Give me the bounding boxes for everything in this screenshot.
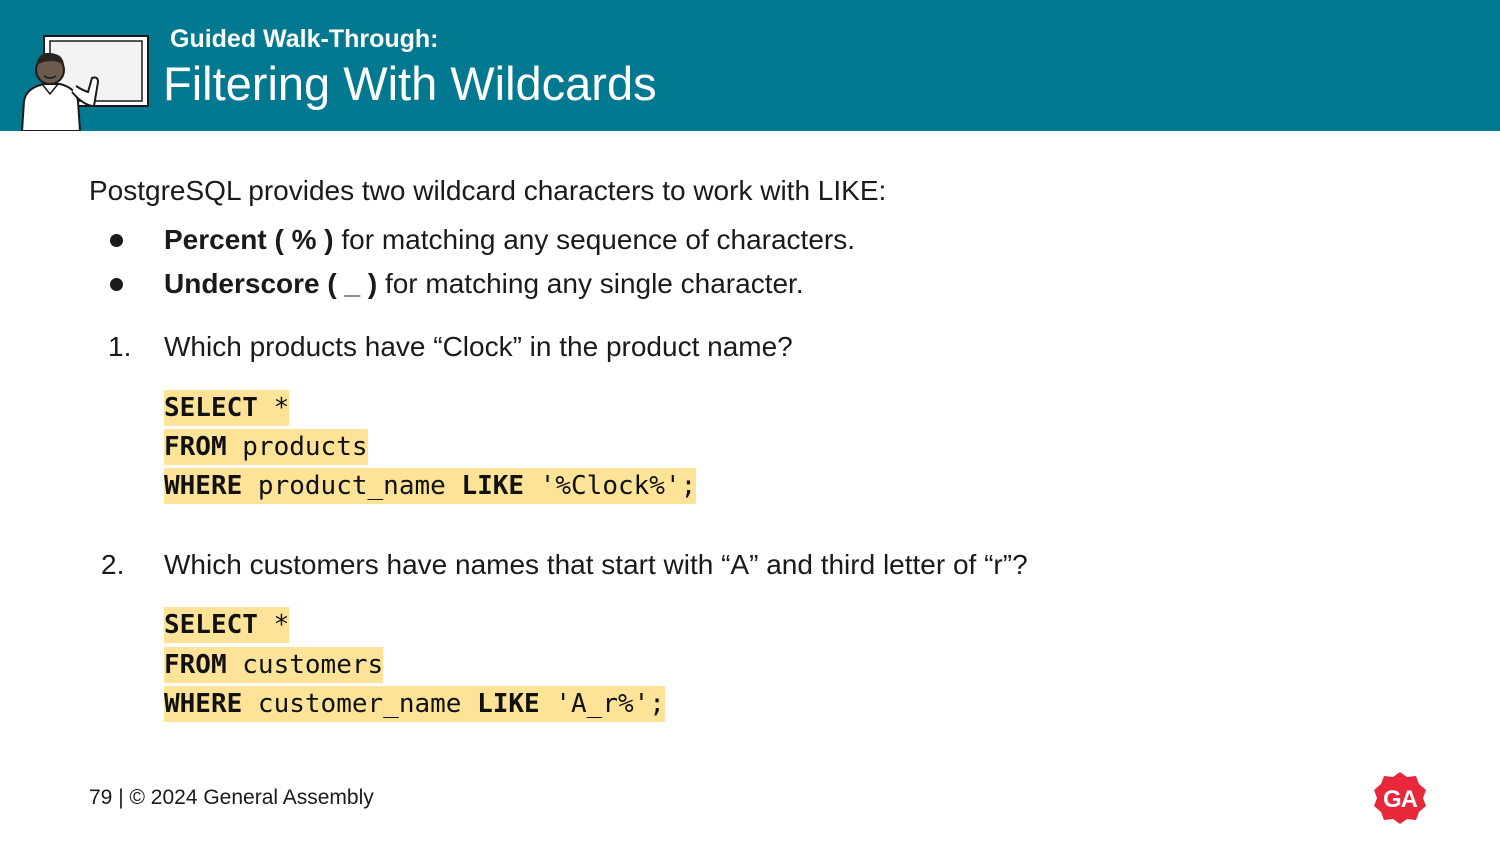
slide-title: Filtering With Wildcards [163,57,657,110]
question-number: 2. [101,549,125,580]
general-assembly-logo-icon: GA [1374,772,1426,824]
sql-text: customers [226,650,384,680]
code-line: SELECT * [164,607,290,643]
copyright-text: © 2024 General Assembly [129,786,374,809]
code-line: SELECT * [164,390,290,426]
slide-subtitle: Guided Walk-Through: [170,25,439,53]
sql-text: 'A_r%'; [539,689,665,719]
sql-keyword: FROM [164,432,227,462]
sql-text: products [226,432,368,462]
bullet-dot-icon [110,278,123,291]
slide-footer: 79 | © 2024 General Assembly [89,785,374,811]
bullet-term: Percent ( % ) [164,224,334,255]
sql-text: product_name [242,471,462,501]
sql-keyword: WHERE [164,471,243,501]
person-at-whiteboard-icon [20,35,149,131]
footer-separator: | [112,786,130,809]
question-text: Which products have “Clock” in the produ… [164,331,793,362]
sql-text: customer_name [242,689,478,719]
slide-header: Guided Walk-Through: Filtering With Wild… [0,0,1500,131]
code-line: FROM products [164,429,368,465]
sql-text: * [257,393,290,423]
sql-keyword: WHERE [164,689,243,719]
sql-keyword: SELECT [164,393,258,423]
bullet-description: for matching any single character. [377,268,804,299]
bullet-dot-icon [110,234,123,247]
sql-keyword: FROM [164,650,227,680]
code-line: WHERE product_name LIKE '%Clock%'; [164,468,697,504]
sql-text: * [257,610,290,640]
sql-keyword: LIKE [477,689,540,719]
code-line: WHERE customer_name LIKE 'A_r%'; [164,686,665,722]
code-line: FROM customers [164,647,384,683]
sql-keyword: SELECT [164,610,258,640]
page-number: 79 [89,786,113,809]
bullet-item-underscore: Underscore ( _ ) for matching any single… [164,267,804,301]
question-number: 1. [108,331,132,362]
intro-text: PostgreSQL provides two wildcard charact… [89,175,887,206]
logo-text: GA [1383,786,1418,813]
bullet-item-percent: Percent ( % ) for matching any sequence … [164,223,855,257]
bullet-description: for matching any sequence of characters. [333,224,855,255]
sql-keyword: LIKE [461,471,525,501]
question-text: Which customers have names that start wi… [164,549,1028,580]
bullet-term: Underscore ( _ ) [164,268,378,299]
sql-text: '%Clock%'; [524,471,697,501]
